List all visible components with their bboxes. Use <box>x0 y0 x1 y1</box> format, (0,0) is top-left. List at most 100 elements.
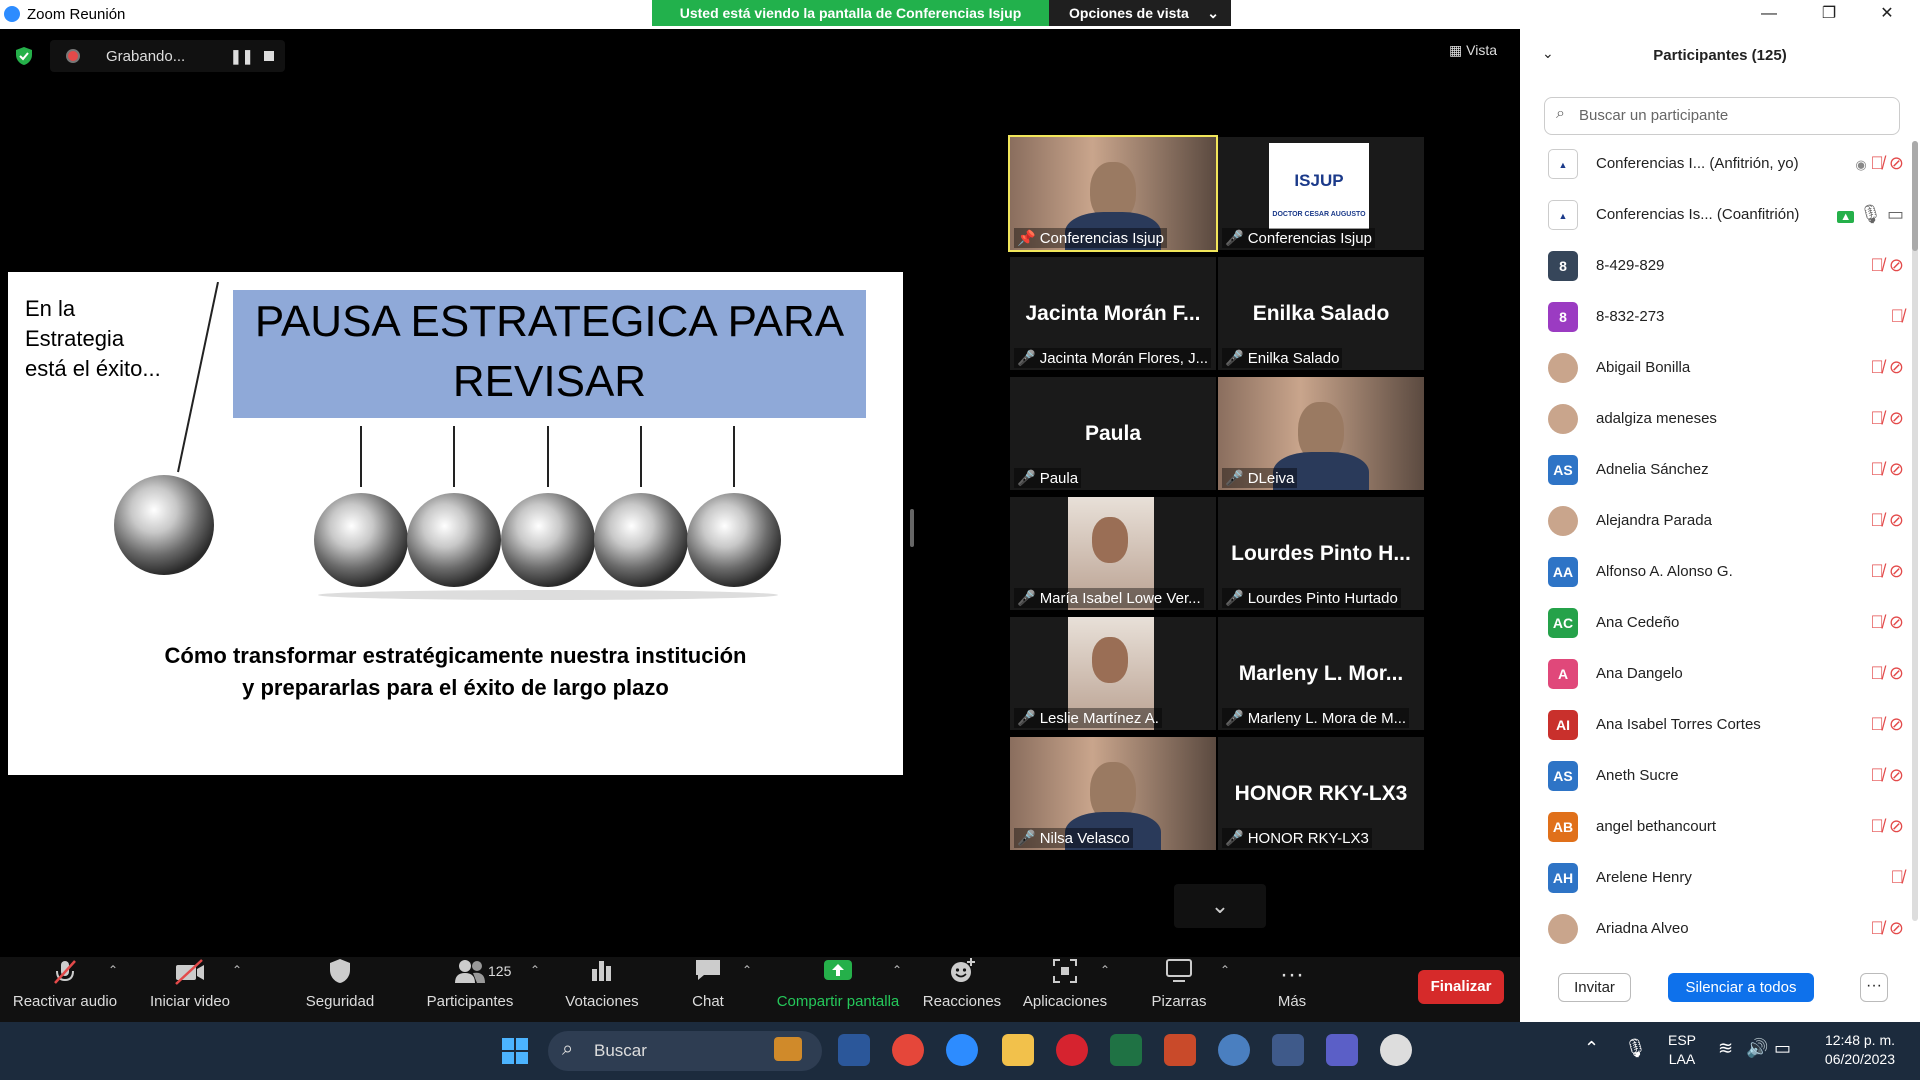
stop-recording-icon[interactable] <box>264 51 274 61</box>
video-tile[interactable]: 📌 Conferencias Isjup <box>1008 135 1218 252</box>
participant-name: 8-429-829 <box>1596 257 1665 274</box>
view-button[interactable]: ▦ Vista <box>1449 42 1497 59</box>
battery-icon[interactable]: ▭ <box>1774 1038 1791 1059</box>
muted-mic-icon: 🎙̸ <box>1870 663 1889 683</box>
word-app-icon[interactable] <box>838 1034 870 1066</box>
zoom-app-icon[interactable] <box>946 1034 978 1066</box>
chat-options-caret-icon[interactable]: ⌃ <box>742 963 752 977</box>
participants-button[interactable]: 125 Participantes ⌃ <box>420 957 540 1022</box>
tray-microphone-icon[interactable]: 🎙 <box>1624 1038 1647 1059</box>
participant-name: Conferencias Is... (Coanfitrión) <box>1596 206 1800 223</box>
participant-list-scrollbar[interactable] <box>1912 141 1918 921</box>
video-tile[interactable]: Jacinta Morán F... 🎤 Jacinta Morán Flores,… <box>1010 257 1216 370</box>
video-tile[interactable]: Enilka Salado 🎤 Enilka Salado <box>1218 257 1424 370</box>
windows-taskbar: ⌕ Buscar ⌃ 🎙 ESP LAA ≋ 🔊 ▭ 12:48 p. m. 06/… <box>0 1022 1920 1080</box>
participants-options-caret-icon[interactable]: ⌃ <box>530 963 540 977</box>
close-button[interactable]: ✕ <box>1858 0 1916 29</box>
window-title: Zoom Reunión <box>27 6 126 23</box>
restore-button[interactable]: ❐ <box>1800 0 1858 29</box>
video-tile[interactable]: Marleny L. Mor... 🎤 Marleny L. Mora de M..… <box>1218 617 1424 730</box>
clock-app-icon[interactable] <box>1380 1034 1412 1066</box>
share-options-caret-icon[interactable]: ⌃ <box>892 963 902 977</box>
apps-button[interactable]: Aplicaciones ⌃ <box>1020 957 1110 1022</box>
participant-row[interactable]: 8 8-832-273 🎙̸ <box>1520 294 1912 345</box>
video-tile[interactable]: Lourdes Pinto H... 🎤 Lourdes Pinto Hurtado <box>1218 497 1424 610</box>
invite-button[interactable]: Invitar <box>1558 973 1631 1002</box>
more-dots-icon: ··· <box>1280 961 1304 988</box>
video-tile[interactable]: 🎤 Leslie Martínez A. <box>1010 617 1216 730</box>
participant-row[interactable]: Ariadna Alveo 🎙̸ ⊘ <box>1520 906 1912 957</box>
video-tile[interactable]: 🎤 DLeiva <box>1218 377 1424 490</box>
system-clock[interactable]: 12:48 p. m. 06/20/2023 <box>1815 1031 1895 1069</box>
gallery-next-page-icon[interactable]: ⌄ <box>1174 884 1266 928</box>
participant-row[interactable]: AA Alfonso A. Alonso G. 🎙̸ ⊘ <box>1520 549 1912 600</box>
participant-status-icons: 🎙̸ ⊘ <box>1870 459 1904 480</box>
opera-app-icon[interactable] <box>1056 1034 1088 1066</box>
tray-overflow-icon[interactable]: ⌃ <box>1584 1038 1599 1059</box>
end-meeting-button[interactable]: Finalizar <box>1418 970 1504 1004</box>
participant-row[interactable]: AS Aneth Sucre 🎙̸ ⊘ <box>1520 753 1912 804</box>
windows-start-icon[interactable] <box>502 1038 528 1064</box>
briefcase-icon <box>774 1037 802 1061</box>
more-button[interactable]: ··· Más <box>1262 957 1322 1022</box>
taskbar-search-input[interactable]: ⌕ Buscar <box>548 1031 822 1071</box>
powerpoint-app-icon[interactable] <box>1164 1034 1196 1066</box>
muted-mic-icon: 🎤 <box>1017 350 1036 367</box>
audio-options-caret-icon[interactable]: ⌃ <box>108 963 118 977</box>
input-language[interactable]: ESP LAA <box>1668 1031 1696 1069</box>
video-tile[interactable]: Paula 🎤 Paula <box>1010 377 1216 490</box>
participant-row[interactable]: AS Adnelia Sánchez 🎙̸ ⊘ <box>1520 447 1912 498</box>
scrollbar-thumb[interactable] <box>1912 141 1918 251</box>
edge-app-icon[interactable] <box>1218 1034 1250 1066</box>
pause-recording-icon[interactable]: ❚❚ <box>230 48 253 65</box>
teams-app-icon[interactable] <box>1326 1034 1358 1066</box>
whiteboards-options-caret-icon[interactable]: ⌃ <box>1220 963 1230 977</box>
participant-row[interactable]: AI Ana Isabel Torres Cortes 🎙̸ ⊘ <box>1520 702 1912 753</box>
participant-initials-avatar: 8 <box>1548 251 1578 281</box>
video-tile[interactable]: 🎤 Nilsa Velasco <box>1010 737 1216 850</box>
encryption-shield-icon[interactable] <box>14 46 34 66</box>
view-options-button[interactable]: Opciones de vista ⌄ <box>1049 0 1231 26</box>
whiteboards-button[interactable]: Pizarras ⌃ <box>1142 957 1230 1022</box>
apps-options-caret-icon[interactable]: ⌃ <box>1100 963 1110 977</box>
chrome-app-icon[interactable] <box>892 1034 924 1066</box>
excel-app-icon[interactable] <box>1110 1034 1142 1066</box>
minimize-button[interactable]: — <box>1740 0 1798 29</box>
participant-row[interactable]: 8 8-429-829 🎙̸ ⊘ <box>1520 243 1912 294</box>
participant-search-input[interactable]: ⌕ Buscar un participante <box>1544 97 1900 135</box>
participant-row[interactable]: ▲ Conferencias I... (Anfitrión, yo) ◉ 🎙̸ ⊘ <box>1520 141 1912 192</box>
chat-label: Chat <box>692 993 724 1010</box>
participant-row[interactable]: AB angel bethancourt 🎙̸ ⊘ <box>1520 804 1912 855</box>
video-tile[interactable]: 🎤 María Isabel Lowe Ver... <box>1010 497 1216 610</box>
mute-all-button[interactable]: Silenciar a todos <box>1668 973 1814 1002</box>
participant-row[interactable]: Abigail Bonilla 🎙̸ ⊘ <box>1520 345 1912 396</box>
split-view-handle[interactable] <box>910 509 914 547</box>
participant-row[interactable]: Alejandra Parada 🎙̸ ⊘ <box>1520 498 1912 549</box>
video-tile[interactable]: ISJUP DOCTOR CESAR AUGUSTO 🎤 Conferencias I… <box>1218 137 1424 250</box>
participant-display-name: Lourdes Pinto H... <box>1231 541 1411 565</box>
panel-more-button[interactable]: ··· <box>1860 973 1888 1002</box>
participant-row[interactable]: A Ana Dangelo 🎙̸ ⊘ <box>1520 651 1912 702</box>
reactions-button[interactable]: Reacciones <box>920 957 1004 1022</box>
tile-name: Lourdes Pinto Hurtado <box>1247 590 1398 607</box>
polls-button[interactable]: Votaciones <box>560 957 644 1022</box>
video-tile[interactable]: HONOR RKY-LX3 🎤 HONOR RKY-LX3 <box>1218 737 1424 850</box>
file-explorer-icon[interactable] <box>1002 1034 1034 1066</box>
muted-mic-icon: 🎙̸ <box>1870 816 1889 836</box>
chat-button[interactable]: Chat ⌃ <box>676 957 752 1022</box>
start-video-button[interactable]: Iniciar video ⌃ <box>140 957 242 1022</box>
participant-row[interactable]: AH Arelene Henry 🎙̸ <box>1520 855 1912 906</box>
participant-row[interactable]: adalgiza meneses 🎙̸ ⊘ <box>1520 396 1912 447</box>
wifi-icon[interactable]: ≋ <box>1718 1038 1733 1059</box>
pc-app-icon[interactable] <box>1272 1034 1304 1066</box>
share-screen-button[interactable]: Compartir pantalla ⌃ <box>770 957 906 1022</box>
slide-subtitle: Cómo transformar estratégicamente nuestr… <box>164 643 747 700</box>
participant-row[interactable]: ▲ Conferencias Is... (Coanfitrión) ▲ 🎙 ▭ <box>1520 192 1912 243</box>
volume-icon[interactable]: 🔊 <box>1746 1038 1768 1059</box>
unmute-audio-button[interactable]: Reactivar audio ⌃ <box>10 957 120 1022</box>
participant-row[interactable]: AC Ana Cedeño 🎙̸ ⊘ <box>1520 600 1912 651</box>
participant-name: Alfonso A. Alonso G. <box>1596 563 1733 580</box>
video-options-caret-icon[interactable]: ⌃ <box>232 963 242 977</box>
participant-initials-avatar: A <box>1548 659 1578 689</box>
security-button[interactable]: Seguridad <box>300 957 380 1022</box>
